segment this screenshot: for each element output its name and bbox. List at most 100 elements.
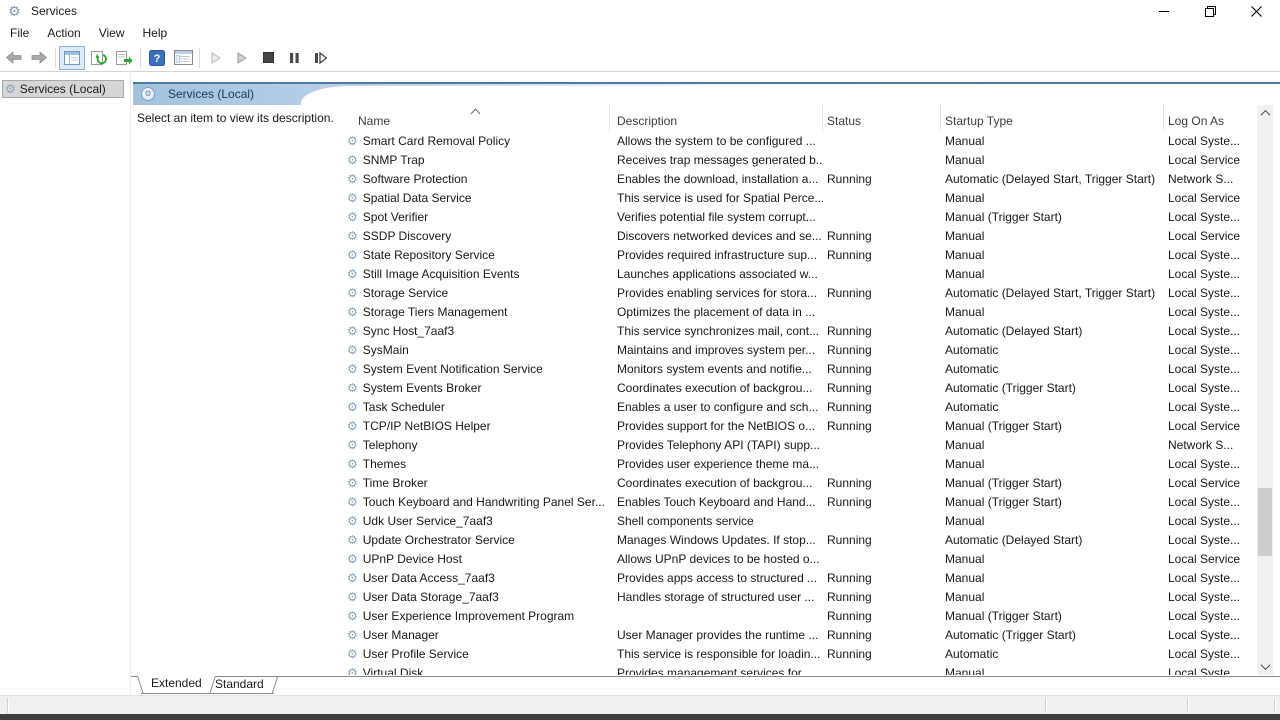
table-row[interactable]: ⚙SSDP DiscoveryDiscovers networked devic… xyxy=(340,226,1257,245)
sidebar-item-services-local[interactable]: ⚙ Services (Local) xyxy=(2,80,124,98)
resume-service-button[interactable] xyxy=(229,46,255,70)
table-row[interactable]: ⚙SNMP TrapReceives trap messages generat… xyxy=(340,150,1257,169)
table-row[interactable]: ⚙Task SchedulerEnables a user to configu… xyxy=(340,397,1257,416)
service-description-cell: Monitors system events and notifie... xyxy=(610,362,823,376)
service-name-cell: ⚙SSDP Discovery xyxy=(340,229,610,243)
service-gear-icon: ⚙ xyxy=(347,154,358,166)
column-headers: NameDescriptionStatusStartup TypeLog On … xyxy=(340,105,1257,131)
table-row[interactable]: ⚙Virtual DiskProvides management service… xyxy=(340,663,1257,675)
service-description-cell: This service is responsible for loadin..… xyxy=(610,647,823,661)
service-status-cell: Running xyxy=(823,343,941,357)
scrollbar-thumb[interactable] xyxy=(1258,488,1272,556)
table-row[interactable]: ⚙UPnP Device HostAllows UPnP devices to … xyxy=(340,549,1257,568)
service-logon-cell: Local Syste... xyxy=(1164,533,1257,547)
column-header-description[interactable]: Description xyxy=(610,105,823,131)
table-row[interactable]: ⚙System Event Notification ServiceMonito… xyxy=(340,359,1257,378)
service-gear-icon: ⚙ xyxy=(347,515,358,527)
status-bar xyxy=(0,695,1280,715)
pause-service-button[interactable] xyxy=(281,46,307,70)
table-row[interactable]: ⚙User ManagerUser Manager provides the r… xyxy=(340,625,1257,644)
table-row[interactable]: ⚙Storage ServiceProvides enabling servic… xyxy=(340,283,1257,302)
service-name-cell: ⚙Still Image Acquisition Events xyxy=(340,267,610,281)
service-gear-icon: ⚙ xyxy=(347,458,358,470)
service-gear-icon: ⚙ xyxy=(347,439,358,451)
start-service-button[interactable] xyxy=(203,46,229,70)
column-header-log-on-as[interactable]: Log On As xyxy=(1164,105,1257,131)
scroll-up-button[interactable] xyxy=(1257,105,1273,122)
table-row[interactable]: ⚙Touch Keyboard and Handwriting Panel Se… xyxy=(340,492,1257,511)
table-row[interactable]: ⚙Udk User Service_7aaf3Shell components … xyxy=(340,511,1257,530)
table-row[interactable]: ⚙User Experience Improvement ProgramRunn… xyxy=(340,606,1257,625)
menu-file[interactable]: File xyxy=(0,26,38,40)
properties-button[interactable] xyxy=(170,46,196,70)
table-row[interactable]: ⚙Still Image Acquisition EventsLaunches … xyxy=(340,264,1257,283)
service-logon-cell: Local Service xyxy=(1164,153,1257,167)
close-button[interactable] xyxy=(1233,0,1279,22)
service-name-cell: ⚙Spatial Data Service xyxy=(340,191,610,205)
service-description-cell: Receives trap messages generated b... xyxy=(610,153,823,167)
service-name-cell: ⚙Software Protection xyxy=(340,172,610,186)
help-button[interactable]: ? xyxy=(144,46,170,70)
menu-action[interactable]: Action xyxy=(38,26,89,40)
window-title: Services xyxy=(31,4,77,18)
service-name-cell: ⚙User Experience Improvement Program xyxy=(340,609,610,623)
service-startup-type-cell: Automatic (Delayed Start, Trigger Start) xyxy=(941,286,1164,300)
service-gear-icon: ⚙ xyxy=(347,401,358,413)
export-list-button[interactable] xyxy=(111,46,137,70)
stop-service-button[interactable] xyxy=(255,46,281,70)
table-row[interactable]: ⚙SysMainMaintains and improves system pe… xyxy=(340,340,1257,359)
service-logon-cell: Local Service xyxy=(1164,419,1257,433)
table-row[interactable]: ⚙User Data Access_7aaf3Provides apps acc… xyxy=(340,568,1257,587)
forward-button[interactable] xyxy=(26,46,52,70)
vertical-scrollbar[interactable] xyxy=(1257,105,1273,675)
service-description-cell: Manages Windows Updates. If stop... xyxy=(610,533,823,547)
table-row[interactable]: ⚙ThemesProvides user experience theme ma… xyxy=(340,454,1257,473)
table-row[interactable]: ⚙TCP/IP NetBIOS HelperProvides support f… xyxy=(340,416,1257,435)
table-row[interactable]: ⚙TelephonyProvides Telephony API (TAPI) … xyxy=(340,435,1257,454)
service-name-cell: ⚙Task Scheduler xyxy=(340,400,610,414)
table-row[interactable]: ⚙Sync Host_7aaf3This service synchronize… xyxy=(340,321,1257,340)
table-row[interactable]: ⚙Update Orchestrator ServiceManages Wind… xyxy=(340,530,1257,549)
service-status-cell: Running xyxy=(823,419,941,433)
service-logon-cell: Local Syste... xyxy=(1164,381,1257,395)
table-row[interactable]: ⚙Spot VerifierVerifies potential file sy… xyxy=(340,207,1257,226)
column-header-status[interactable]: Status xyxy=(823,105,941,131)
svg-text:?: ? xyxy=(154,53,161,65)
table-row[interactable]: ⚙User Data Storage_7aaf3Handles storage … xyxy=(340,587,1257,606)
column-header-startup-type[interactable]: Startup Type xyxy=(941,105,1164,131)
show-console-tree-button[interactable] xyxy=(59,46,85,70)
menu-view[interactable]: View xyxy=(90,26,134,40)
forward-icon xyxy=(31,51,48,64)
menu-help[interactable]: Help xyxy=(134,26,177,40)
sidebar-divider xyxy=(130,71,131,695)
tab-extended[interactable]: Extended xyxy=(141,676,212,694)
scroll-down-button[interactable] xyxy=(1257,658,1273,675)
service-name-cell: ⚙Spot Verifier xyxy=(340,210,610,224)
restore-button[interactable] xyxy=(1187,0,1233,22)
service-name-cell: ⚙State Repository Service xyxy=(340,248,610,262)
restart-service-button[interactable] xyxy=(307,46,333,70)
tab-standard[interactable]: Standard xyxy=(205,677,274,694)
service-description-cell: Enables the download, installation a... xyxy=(610,172,823,186)
service-logon-cell: Local Syste... xyxy=(1164,324,1257,338)
service-status-cell: Running xyxy=(823,172,941,186)
table-row[interactable]: ⚙Storage Tiers ManagementOptimizes the p… xyxy=(340,302,1257,321)
service-status-cell: Running xyxy=(823,286,941,300)
table-row[interactable]: ⚙Smart Card Removal PolicyAllows the sys… xyxy=(340,131,1257,150)
refresh-button[interactable] xyxy=(85,46,111,70)
table-row[interactable]: ⚙User Profile ServiceThis service is res… xyxy=(340,644,1257,663)
toolbar-separator xyxy=(55,48,56,68)
minimize-button[interactable] xyxy=(1141,0,1187,22)
back-button[interactable] xyxy=(0,46,26,70)
service-startup-type-cell: Manual xyxy=(941,514,1164,528)
table-row[interactable]: ⚙State Repository ServiceProvides requir… xyxy=(340,245,1257,264)
table-row[interactable]: ⚙Spatial Data ServiceThis service is use… xyxy=(340,188,1257,207)
service-status-cell: Running xyxy=(823,590,941,604)
table-row[interactable]: ⚙Software ProtectionEnables the download… xyxy=(340,169,1257,188)
title-bar: ⚙ Services xyxy=(0,0,1280,22)
service-description-cell: Handles storage of structured user ... xyxy=(610,590,823,604)
description-hint: Select an item to view its description. xyxy=(137,111,337,125)
table-row[interactable]: ⚙System Events BrokerCoordinates executi… xyxy=(340,378,1257,397)
table-row[interactable]: ⚙Time BrokerCoordinates execution of bac… xyxy=(340,473,1257,492)
service-logon-cell: Network S... xyxy=(1164,438,1257,452)
